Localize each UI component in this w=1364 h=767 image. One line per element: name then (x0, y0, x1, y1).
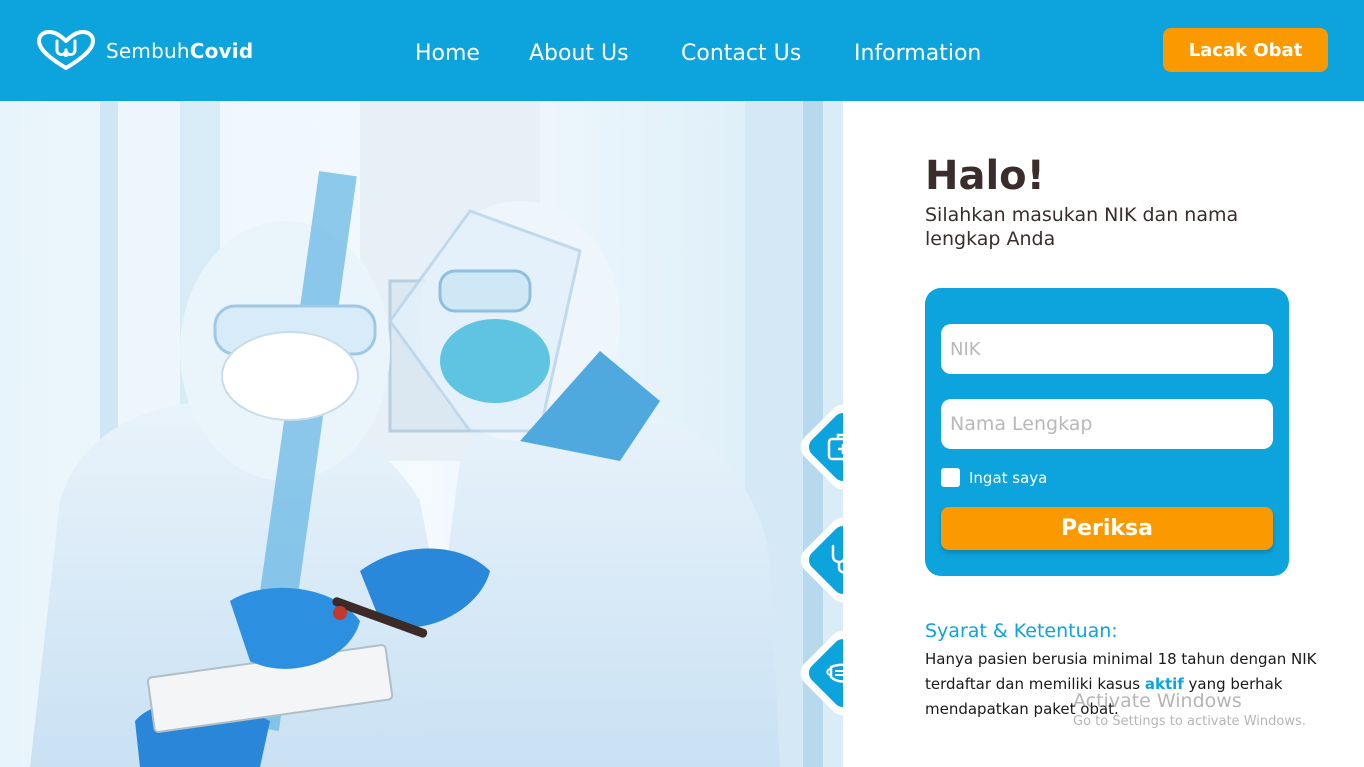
login-panel: Halo! Silahkan masukan NIK dan nama leng… (843, 101, 1364, 767)
terms-title: Syarat & Ketentuan: (925, 620, 1118, 642)
heart-stethoscope-icon (37, 30, 95, 70)
top-navbar: SembuhCovid Home About Us Contact Us Inf… (0, 0, 1364, 101)
face-mask-icon (826, 663, 843, 683)
lacak-obat-button[interactable]: Lacak Obat (1163, 28, 1328, 72)
nav-contact-link[interactable]: Contact Us (681, 41, 801, 66)
brand-name-light: Sembuh (106, 39, 190, 63)
remember-me-label: Ingat saya (969, 468, 1048, 487)
remember-me-row: Ingat saya (941, 468, 1047, 487)
brand-name: SembuhCovid (106, 39, 253, 63)
periksa-button[interactable]: Periksa (941, 507, 1273, 550)
watermark-title: Activate Windows (1073, 690, 1242, 712)
remember-me-checkbox[interactable] (941, 468, 960, 487)
stethoscope-icon (831, 544, 843, 574)
medical-kit-icon (827, 433, 843, 461)
nav-home-link[interactable]: Home (415, 41, 480, 66)
watermark-subtitle: Go to Settings to activate Windows. (1073, 714, 1306, 729)
windows-activation-watermark: Activate Windows Go to Settings to activ… (1073, 690, 1306, 729)
greeting-title: Halo! (925, 153, 1045, 199)
greeting-subtitle: Silahkan masukan NIK dan nama lengkap An… (925, 204, 1239, 250)
face-mask-badge (795, 625, 843, 721)
hero-image (0, 101, 843, 767)
medical-kit-badge (795, 399, 843, 495)
nav-information-link[interactable]: Information (854, 41, 981, 66)
full-name-input[interactable] (941, 399, 1273, 449)
nav-about-link[interactable]: About Us (529, 41, 629, 66)
nik-input[interactable] (941, 324, 1273, 374)
stethoscope-badge (795, 512, 843, 608)
login-form-card: Ingat saya Periksa (925, 288, 1289, 576)
health-workers-photo (0, 101, 843, 767)
brand-name-bold: Covid (189, 39, 254, 63)
brand-logo[interactable]: SembuhCovid (36, 30, 253, 72)
